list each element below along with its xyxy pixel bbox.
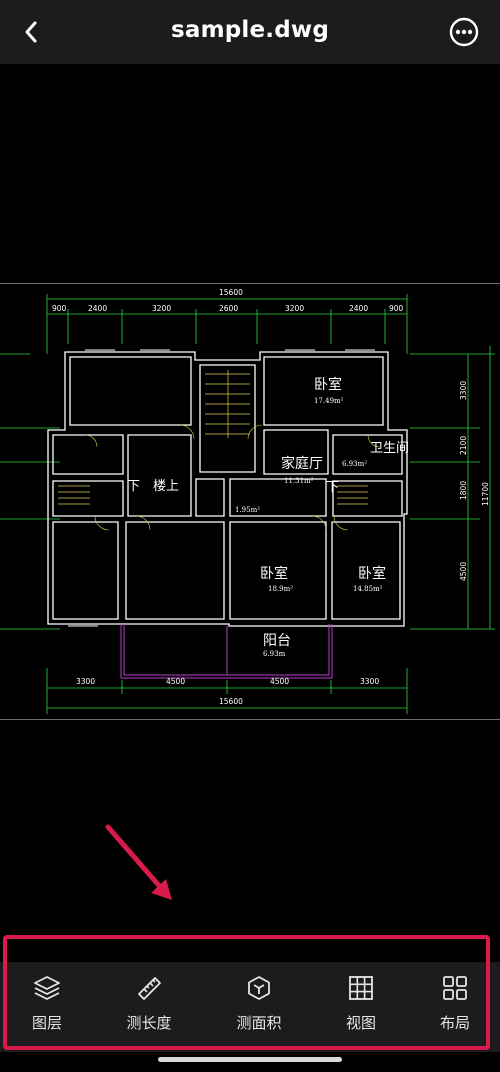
floor-plan[interactable]: 15600 900 2400 3200 2600 3200 2400 900 3… <box>0 284 500 719</box>
dim-label: 4500 <box>270 677 289 686</box>
right-dimension-labels: 3300 2100 1800 4500 11700 <box>459 381 490 581</box>
room-area: 17.49m² <box>314 397 344 405</box>
room-area: 14.85m² <box>353 585 383 593</box>
dim-label: 2400 <box>349 304 368 313</box>
room-name: 卫生间 <box>370 441 409 456</box>
app-header: sample.dwg <box>0 0 500 64</box>
balcony <box>120 624 333 679</box>
stair-label: 下 <box>127 479 140 494</box>
doors <box>84 424 381 531</box>
dim-label: 3200 <box>152 304 171 313</box>
dim-label: 3300 <box>459 381 468 400</box>
toolbar-highlight-box <box>3 935 490 1050</box>
room-name: 家庭厅 <box>281 455 323 472</box>
left-axis-lines <box>0 353 60 630</box>
dim-label: 2400 <box>88 304 107 313</box>
dim-label: 900 <box>389 304 404 313</box>
drawing-frame-bottom <box>0 719 500 720</box>
room-area: 6.93m <box>263 650 286 658</box>
room-labels: 卧室 17.49m² 卫生间 6.93m² 家庭厅 11.31m² 下 楼上 下… <box>127 376 409 658</box>
top-dimension-lines <box>46 294 408 354</box>
bottom-total-dim: 15600 <box>219 697 243 706</box>
stair-label: 楼上 <box>153 479 179 494</box>
dim-label: 4500 <box>166 677 185 686</box>
drawing-canvas[interactable]: 15600 900 2400 3200 2600 3200 2400 900 3… <box>0 64 500 962</box>
room-area: 18.9m² <box>268 585 293 593</box>
room-name: 卧室 <box>314 376 342 393</box>
dim-label: 2600 <box>219 304 238 313</box>
page-title: sample.dwg <box>170 17 330 43</box>
room-area: 11.31m² <box>284 477 314 485</box>
dim-label: 4500 <box>459 562 468 581</box>
dim-label: 2100 <box>459 436 468 455</box>
room-area: 1.95m² <box>235 506 260 514</box>
dim-label: 3200 <box>285 304 304 313</box>
dim-label: 3300 <box>360 677 379 686</box>
dim-label: 11700 <box>481 482 490 506</box>
bottom-dimension-labels: 3300 4500 4500 3300 15600 <box>76 677 379 706</box>
top-dimension-labels: 15600 900 2400 3200 2600 3200 2400 900 <box>52 288 404 313</box>
home-indicator[interactable] <box>158 1057 342 1062</box>
dim-label: 1800 <box>459 481 468 500</box>
room-name: 卧室 <box>260 565 288 582</box>
room-name: 阳台 <box>263 633 291 649</box>
more-icon <box>449 17 479 47</box>
dim-label: 3300 <box>76 677 95 686</box>
dim-label: 900 <box>52 304 67 313</box>
room-area: 6.93m² <box>342 460 367 468</box>
stair-label: 下 <box>326 480 339 495</box>
more-options-button[interactable] <box>448 16 480 48</box>
top-total-dim: 15600 <box>219 288 243 297</box>
room-name: 卧室 <box>358 565 386 582</box>
